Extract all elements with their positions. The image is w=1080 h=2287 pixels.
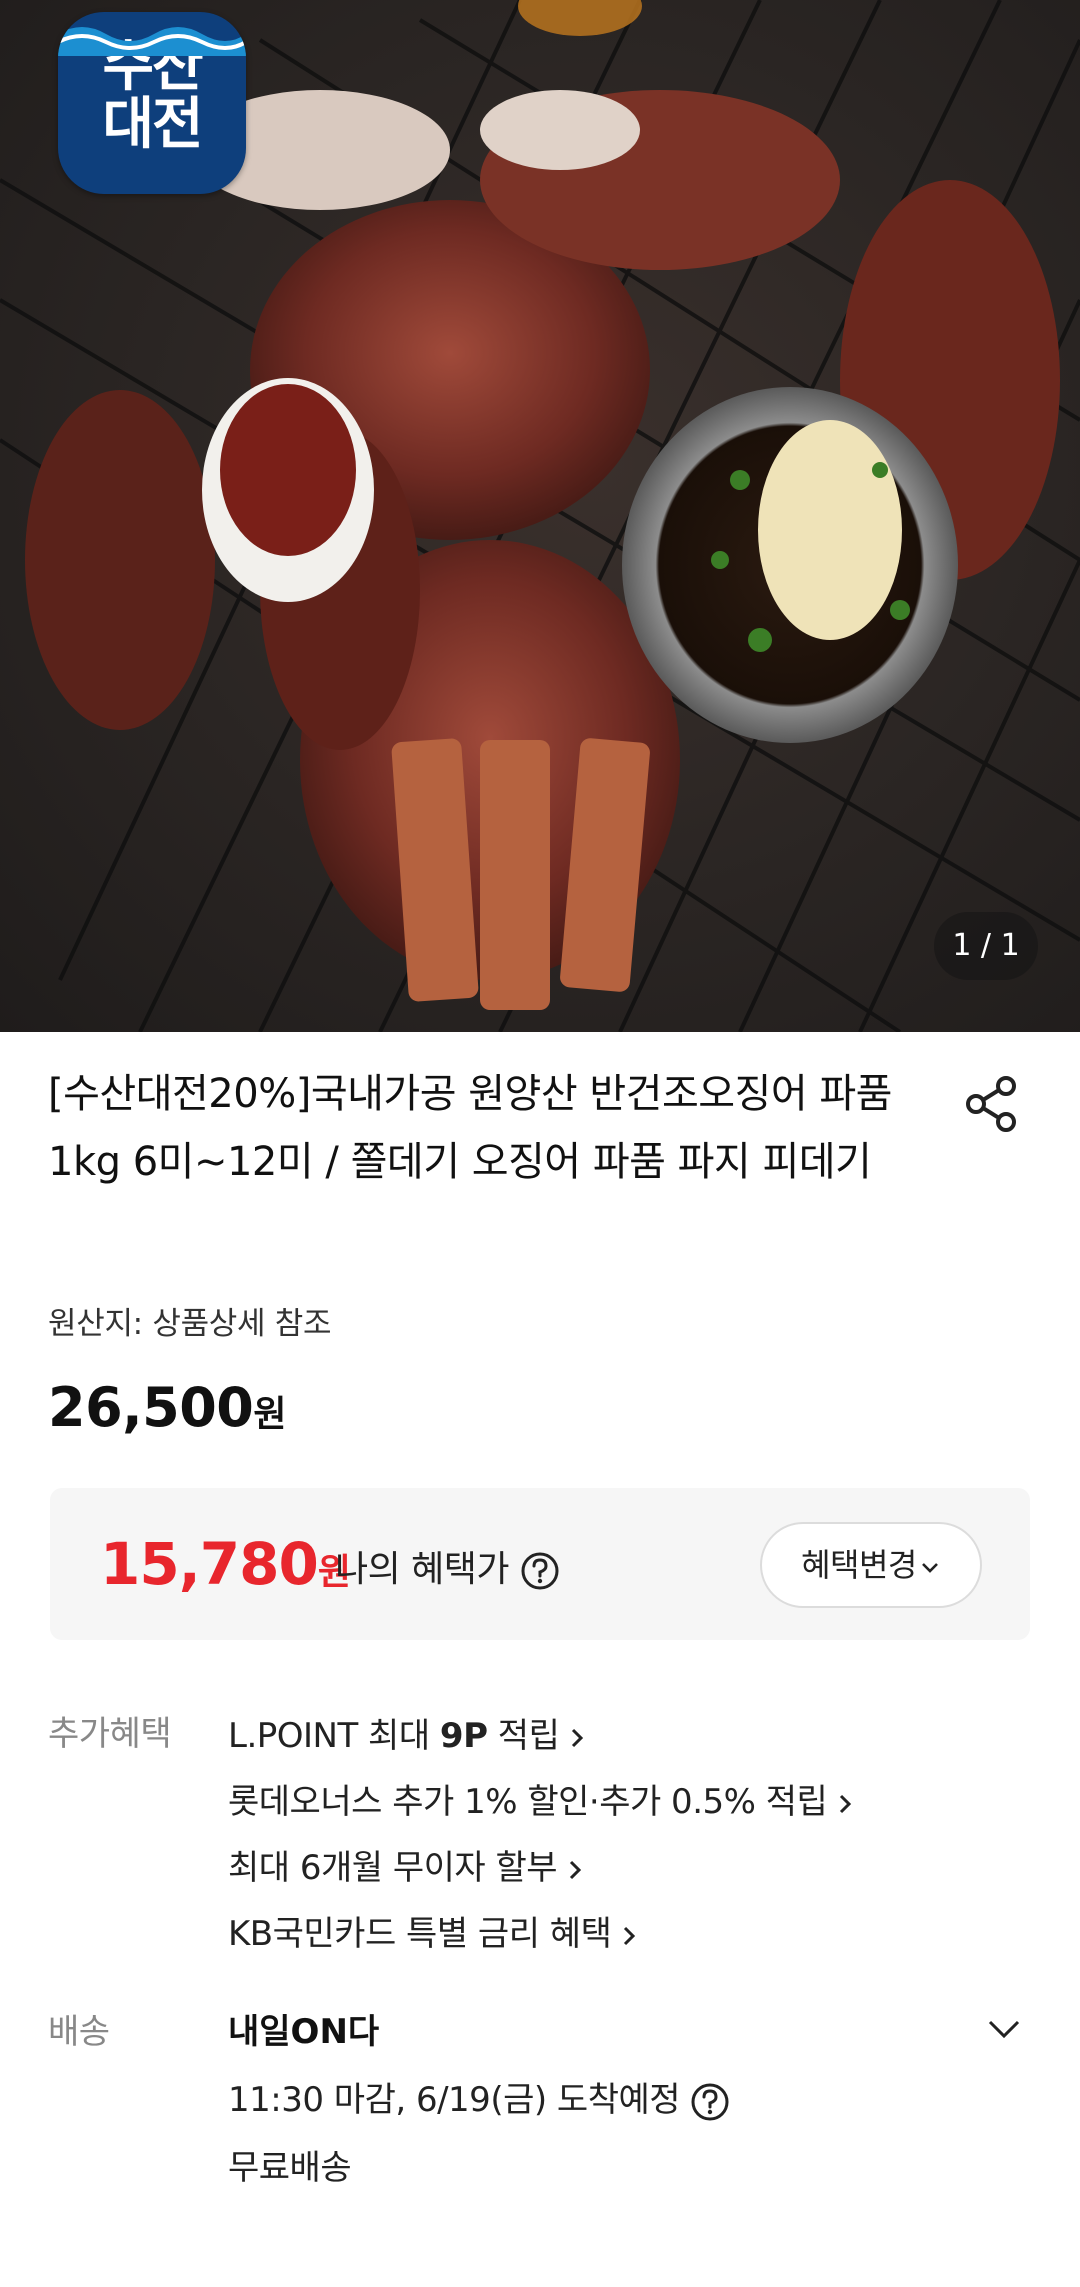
shipping-deadline-text: 11:30 마감, 6/19(금) 도착예정 — [228, 2080, 681, 2120]
chevron-down-icon — [921, 1563, 938, 1573]
benefit-lotte-owners-link[interactable]: 롯데오너스 추가 1% 할인·추가 0.5% 적립 — [228, 1774, 855, 1823]
product-image[interactable]: 수산 대전 1 / 1 — [0, 0, 1080, 1032]
wave-icon — [58, 27, 246, 56]
chevron-right-icon — [572, 1728, 584, 1747]
benefit-lpoint-suffix: 적립 — [487, 1716, 560, 1756]
question-circle-icon[interactable] — [690, 2082, 730, 2122]
chevron-right-icon — [570, 1860, 582, 1879]
benefit-lpoint-link[interactable]: L.POINT 최대 9P 적립 — [228, 1708, 587, 1757]
benefit-price-box: 15,780원 나의 혜택가 혜택변경 — [50, 1488, 1030, 1640]
product-title: [수산대전20%]국내가공 원양산 반건조오징어 파품1kg 6미~12미 / … — [48, 1071, 892, 1185]
benefit-price-value: 15,780 — [100, 1530, 319, 1598]
benefit-price: 15,780원 — [100, 1530, 351, 1598]
shipping-label: 배송 — [48, 2012, 110, 2052]
price-unit: 원 — [253, 1394, 287, 1435]
shipping-expand-button[interactable] — [984, 2014, 1024, 2044]
benefit-lotte-owners-text: 롯데오너스 추가 1% 할인·추가 0.5% 적립 — [228, 1782, 828, 1822]
shipping-deadline: 11:30 마감, 6/19(금) 도착예정 — [228, 2072, 730, 2122]
chevron-right-icon — [624, 1926, 636, 1945]
origin-text: 원산지: 상품상세 참조 — [48, 1306, 332, 1342]
benefit-change-label: 혜택변경 — [801, 1546, 917, 1584]
question-circle-icon[interactable] — [520, 1551, 560, 1591]
share-icon — [966, 1076, 1016, 1132]
benefit-installment-link[interactable]: 최대 6개월 무이자 할부 — [228, 1840, 585, 1889]
benefit-installment-text: 최대 6개월 무이자 할부 — [228, 1848, 558, 1888]
benefit-kb-card-link[interactable]: KB국민카드 특별 금리 혜택 — [228, 1906, 639, 1955]
benefit-kb-card-text: KB국민카드 특별 금리 혜택 — [228, 1914, 612, 1954]
chevron-right-icon — [840, 1794, 852, 1813]
price-value: 26,500 — [48, 1376, 254, 1439]
benefit-change-button[interactable]: 혜택변경 — [760, 1522, 982, 1608]
image-counter: 1 / 1 — [934, 912, 1038, 980]
benefit-lpoint-amount: 9P — [439, 1716, 488, 1756]
benefit-lpoint-prefix: L.POINT 최대 — [228, 1716, 440, 1756]
extra-benefits-label: 추가혜택 — [48, 1714, 172, 1754]
seafood-festival-badge: 수산 대전 — [58, 12, 246, 194]
benefit-label-text: 나의 혜택가 — [335, 1549, 510, 1590]
benefit-label: 나의 혜택가 — [335, 1540, 560, 1592]
original-price: 26,500원 — [48, 1376, 287, 1439]
share-button[interactable] — [960, 1072, 1024, 1136]
shipping-fee: 무료배송 — [228, 2148, 352, 2188]
chevron-down-icon — [988, 2020, 1020, 2039]
shipping-title: 내일ON다 — [228, 2012, 380, 2052]
